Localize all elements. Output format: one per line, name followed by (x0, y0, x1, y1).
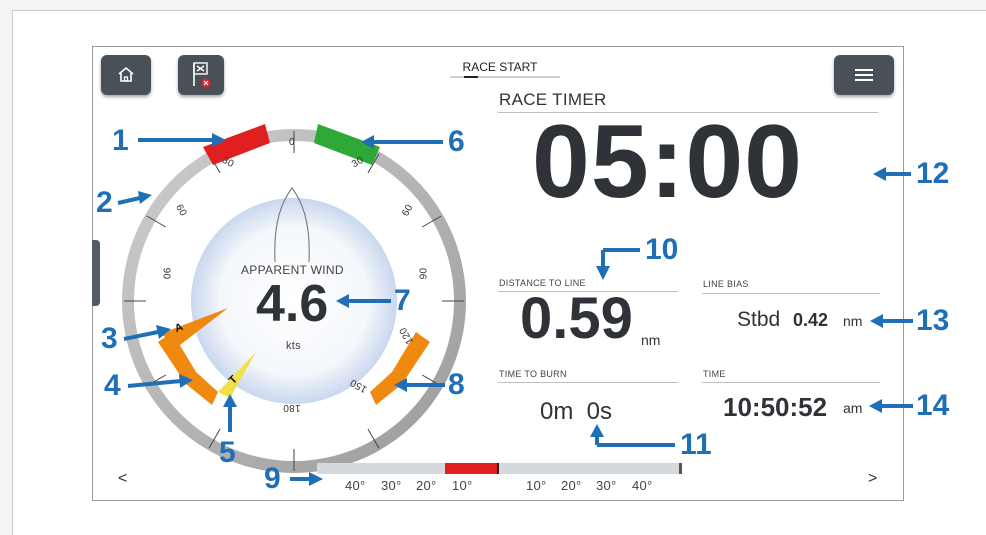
callout-6: 6 (448, 125, 465, 158)
callout-13: 13 (916, 304, 950, 337)
callout-7: 7 (394, 284, 411, 317)
callout-1: 1 (112, 124, 129, 157)
callout-5: 5 (219, 436, 236, 469)
callout-11: 11 (680, 428, 712, 461)
callout-4: 4 (104, 369, 121, 402)
callout-9: 9 (264, 462, 281, 495)
callout-arrows (117, 133, 913, 486)
callout-10: 10 (645, 233, 679, 266)
callout-8: 8 (448, 368, 465, 401)
callout-3: 3 (101, 322, 118, 355)
callout-12: 12 (916, 157, 950, 190)
callout-14: 14 (916, 389, 950, 422)
callout-2: 2 (96, 186, 113, 219)
